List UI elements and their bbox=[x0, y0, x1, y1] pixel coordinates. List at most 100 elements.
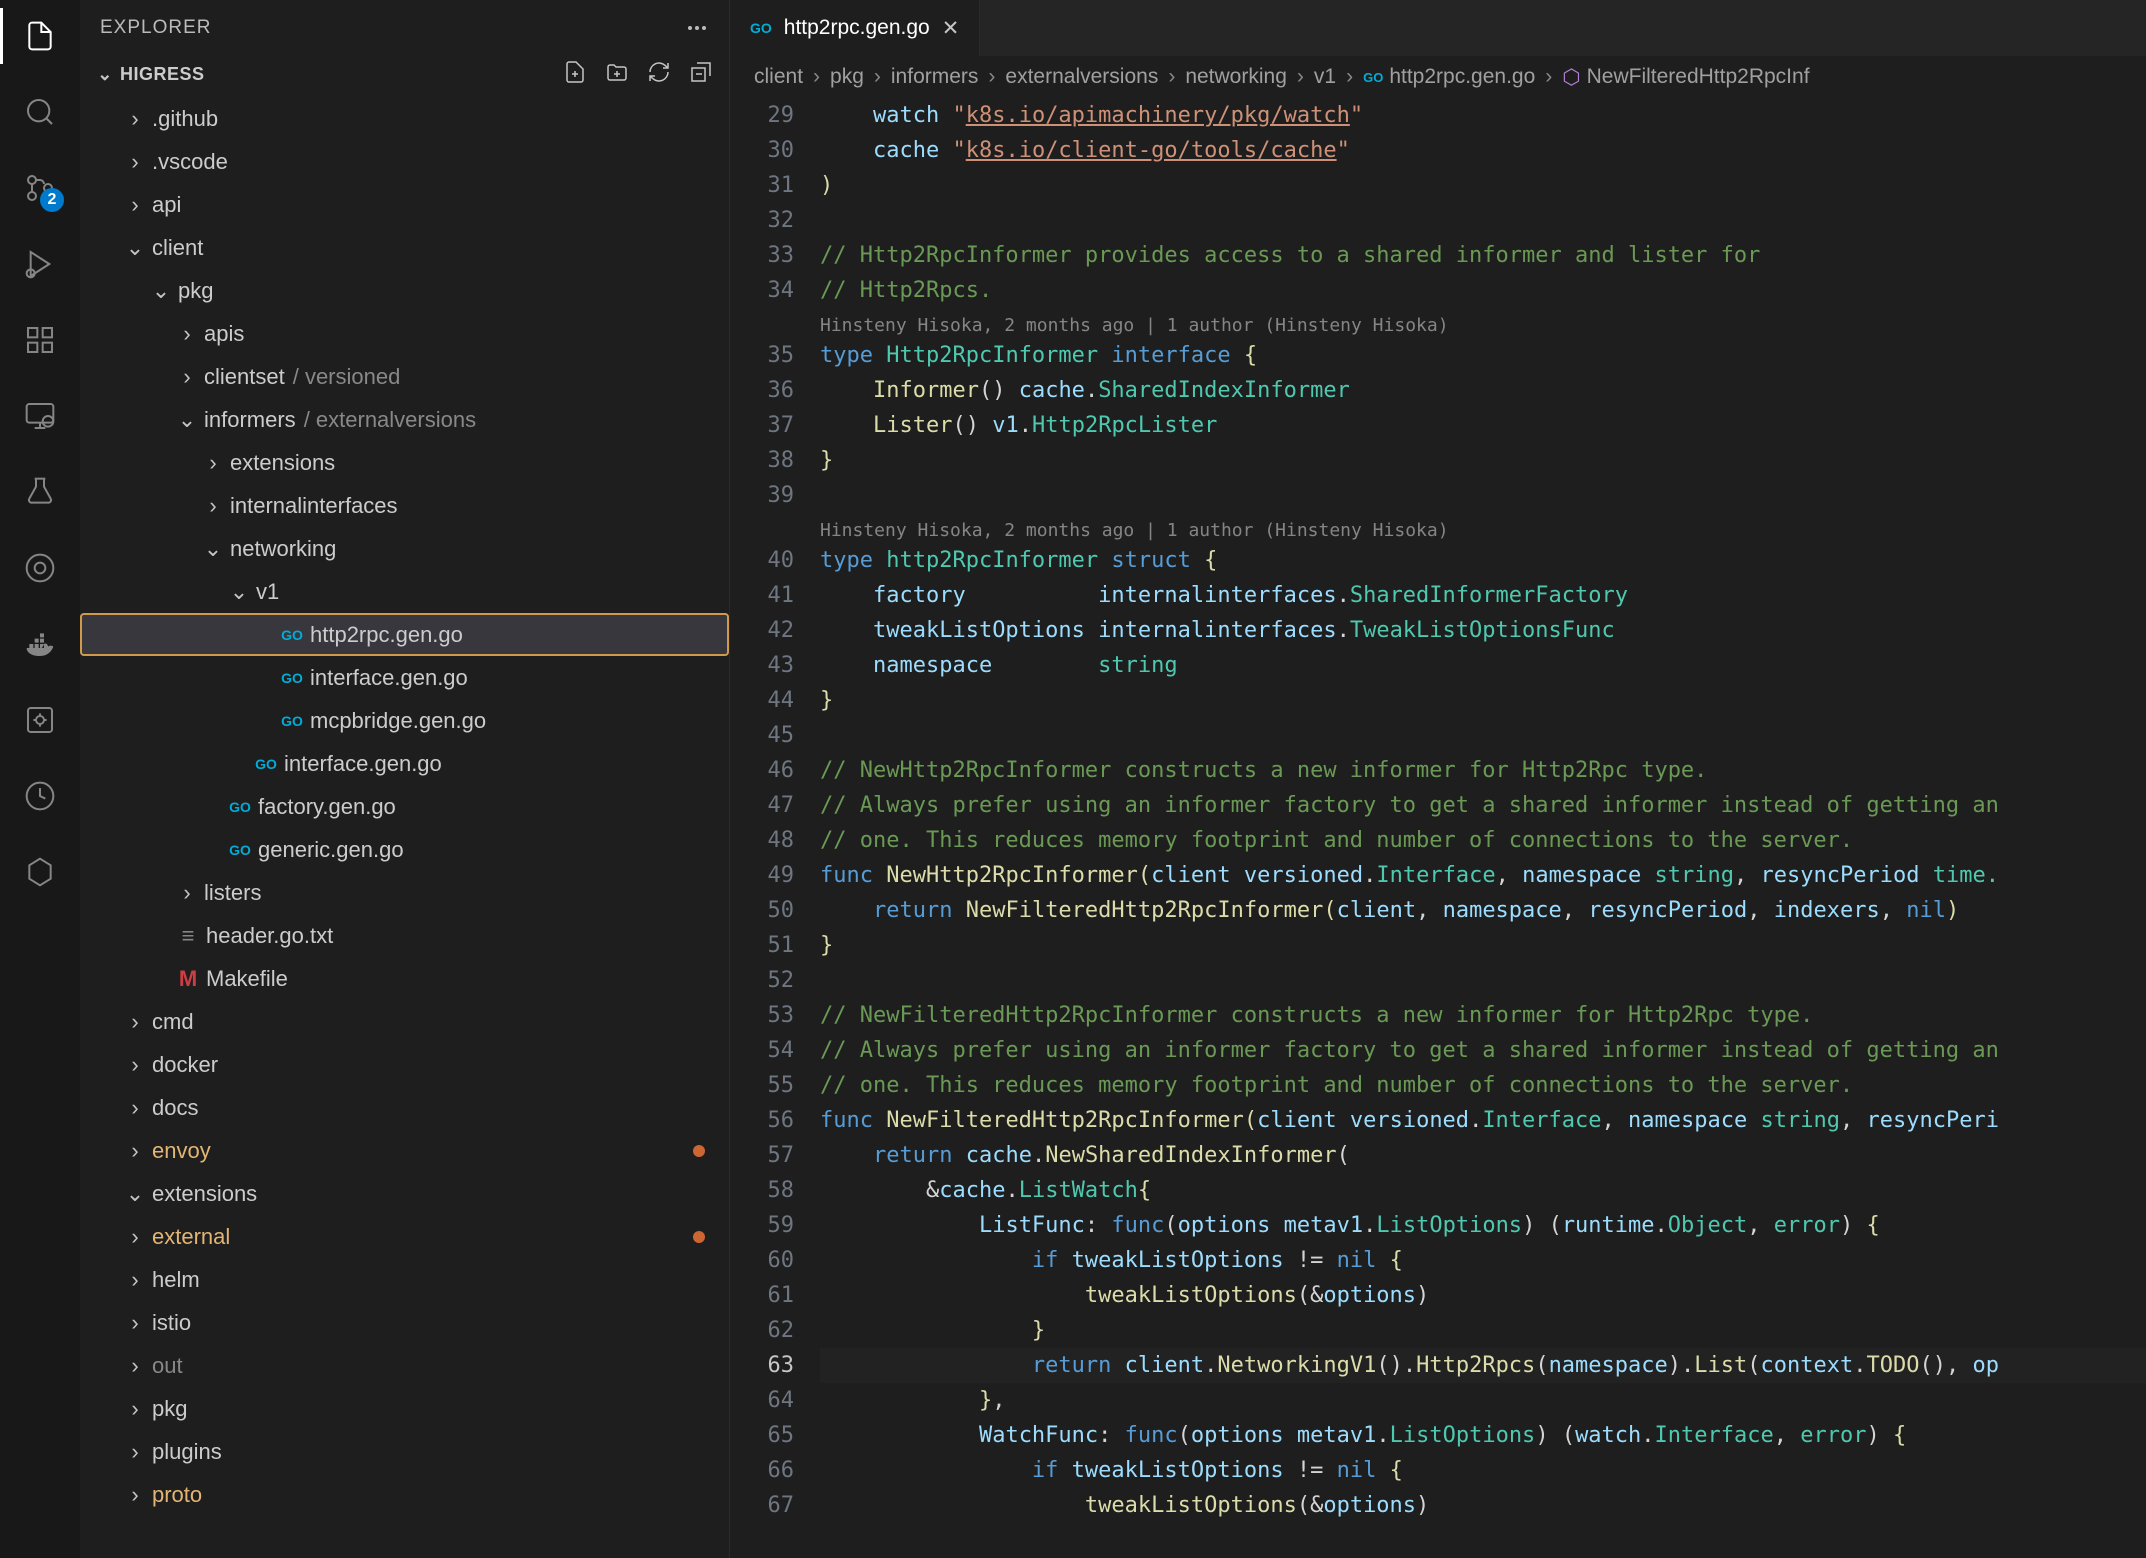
refresh-icon[interactable] bbox=[647, 60, 671, 89]
folder-row[interactable]: ›docs bbox=[80, 1086, 729, 1129]
folder-row[interactable]: ›docker bbox=[80, 1043, 729, 1086]
code-line[interactable]: } bbox=[820, 683, 2146, 718]
code-line[interactable]: ListFunc: func(options metav1.ListOption… bbox=[820, 1208, 2146, 1243]
folder-row[interactable]: ›api bbox=[80, 183, 729, 226]
folder-row[interactable]: ›cmd bbox=[80, 1000, 729, 1043]
code-line[interactable]: // Always prefer using an informer facto… bbox=[820, 1033, 2146, 1068]
code-line[interactable]: &cache.ListWatch{ bbox=[820, 1173, 2146, 1208]
folder-row[interactable]: ›helm bbox=[80, 1258, 729, 1301]
code-line[interactable]: // NewFilteredHttp2RpcInformer construct… bbox=[820, 998, 2146, 1033]
file-row[interactable]: MMakefile bbox=[80, 957, 729, 1000]
folder-row[interactable]: ⌄networking bbox=[80, 527, 729, 570]
code-line[interactable]: return NewFilteredHttp2RpcInformer(clien… bbox=[820, 893, 2146, 928]
code-line[interactable]: } bbox=[820, 928, 2146, 963]
explorer-icon[interactable] bbox=[20, 16, 60, 56]
breadcrumb-item[interactable]: informers bbox=[891, 65, 979, 89]
code-line[interactable]: Informer() cache.SharedIndexInformer bbox=[820, 373, 2146, 408]
remote-explorer-icon[interactable] bbox=[20, 396, 60, 436]
folder-row[interactable]: ⌄informers / externalversions bbox=[80, 398, 729, 441]
folder-row[interactable]: ›listers bbox=[80, 871, 729, 914]
code-line[interactable]: cache "k8s.io/client-go/tools/cache" bbox=[820, 133, 2146, 168]
code-line[interactable]: namespace string bbox=[820, 648, 2146, 683]
code-line[interactable] bbox=[820, 478, 2146, 513]
code-line[interactable]: // one. This reduces memory footprint an… bbox=[820, 1068, 2146, 1103]
file-row[interactable]: GOhttp2rpc.gen.go bbox=[80, 613, 729, 656]
code-line[interactable]: ) bbox=[820, 168, 2146, 203]
new-file-icon[interactable] bbox=[563, 60, 587, 89]
code-line[interactable]: type Http2RpcInformer interface { bbox=[820, 338, 2146, 373]
code-line[interactable]: // Always prefer using an informer facto… bbox=[820, 788, 2146, 823]
folder-row[interactable]: ›istio bbox=[80, 1301, 729, 1344]
folder-row[interactable]: ›.vscode bbox=[80, 140, 729, 183]
code-line[interactable] bbox=[820, 203, 2146, 238]
code-line[interactable]: Lister() v1.Http2RpcLister bbox=[820, 408, 2146, 443]
file-row[interactable]: GOmcpbridge.gen.go bbox=[80, 699, 729, 742]
close-icon[interactable]: ✕ bbox=[942, 16, 960, 41]
code-line[interactable]: return client.NetworkingV1().Http2Rpcs(n… bbox=[820, 1348, 2146, 1383]
folder-row[interactable]: ⌄client bbox=[80, 226, 729, 269]
go-icon[interactable] bbox=[20, 548, 60, 588]
code-line[interactable] bbox=[820, 718, 2146, 753]
settings-gear-icon[interactable] bbox=[20, 700, 60, 740]
folder-row[interactable]: ›envoy bbox=[80, 1129, 729, 1172]
folder-row[interactable]: ⌄v1 bbox=[80, 570, 729, 613]
folder-row[interactable]: ⌄extensions bbox=[80, 1172, 729, 1215]
breadcrumb-item[interactable]: networking bbox=[1185, 65, 1287, 89]
breadcrumb-item[interactable]: GO http2rpc.gen.go bbox=[1363, 65, 1535, 89]
hexagon-icon[interactable] bbox=[20, 852, 60, 892]
extensions-icon[interactable] bbox=[20, 320, 60, 360]
code-line[interactable]: // Http2RpcInformer provides access to a… bbox=[820, 238, 2146, 273]
code-line[interactable]: watch "k8s.io/apimachinery/pkg/watch" bbox=[820, 98, 2146, 133]
code-line[interactable]: if tweakListOptions != nil { bbox=[820, 1453, 2146, 1488]
folder-row[interactable]: ›.github bbox=[80, 97, 729, 140]
code-line[interactable]: factory internalinterfaces.SharedInforme… bbox=[820, 578, 2146, 613]
code-line[interactable]: }, bbox=[820, 1383, 2146, 1418]
code-line[interactable]: // NewHttp2RpcInformer constructs a new … bbox=[820, 753, 2146, 788]
folder-row[interactable]: ›pkg bbox=[80, 1387, 729, 1430]
file-row[interactable]: GOinterface.gen.go bbox=[80, 742, 729, 785]
code-line[interactable]: if tweakListOptions != nil { bbox=[820, 1243, 2146, 1278]
code-line[interactable]: // one. This reduces memory footprint an… bbox=[820, 823, 2146, 858]
docker-icon[interactable] bbox=[20, 624, 60, 664]
breadcrumb-item[interactable]: ⬡ NewFilteredHttp2RpcInf bbox=[1562, 65, 1809, 90]
code-line[interactable]: WatchFunc: func(options metav1.ListOptio… bbox=[820, 1418, 2146, 1453]
folder-row[interactable]: ›extensions bbox=[80, 441, 729, 484]
code-line[interactable]: type http2RpcInformer struct { bbox=[820, 543, 2146, 578]
folder-row[interactable]: ›clientset / versioned bbox=[80, 355, 729, 398]
folder-row[interactable]: ⌄pkg bbox=[80, 269, 729, 312]
search-icon[interactable] bbox=[20, 92, 60, 132]
breadcrumb[interactable]: client›pkg›informers›externalversions›ne… bbox=[730, 56, 2146, 98]
folder-row[interactable]: ›apis bbox=[80, 312, 729, 355]
code-line[interactable]: } bbox=[820, 443, 2146, 478]
file-row[interactable]: GOinterface.gen.go bbox=[80, 656, 729, 699]
testing-icon[interactable] bbox=[20, 472, 60, 512]
run-debug-icon[interactable] bbox=[20, 244, 60, 284]
code-editor[interactable]: 293031323334 3536373839 4041424344454647… bbox=[730, 98, 2146, 1558]
folder-row[interactable]: ›plugins bbox=[80, 1430, 729, 1473]
sidebar-section-header[interactable]: ⌄ HIGRESS bbox=[80, 56, 729, 93]
code-line[interactable]: tweakListOptions(&options) bbox=[820, 1278, 2146, 1313]
breadcrumb-item[interactable]: client bbox=[754, 65, 803, 89]
collapse-all-icon[interactable] bbox=[689, 60, 713, 89]
breadcrumb-item[interactable]: pkg bbox=[830, 65, 864, 89]
editor-tab[interactable]: GO http2rpc.gen.go ✕ bbox=[730, 0, 980, 56]
code-line[interactable]: tweakListOptions internalinterfaces.Twea… bbox=[820, 613, 2146, 648]
file-row[interactable]: ≡header.go.txt bbox=[80, 914, 729, 957]
breadcrumb-item[interactable]: v1 bbox=[1314, 65, 1336, 89]
folder-row[interactable]: ›external bbox=[80, 1215, 729, 1258]
file-row[interactable]: GOfactory.gen.go bbox=[80, 785, 729, 828]
code-line[interactable] bbox=[820, 963, 2146, 998]
file-tree[interactable]: ›.github›.vscode›api⌄client⌄pkg›apis›cli… bbox=[80, 93, 729, 1558]
code-line[interactable]: // Http2Rpcs. bbox=[820, 273, 2146, 308]
code-line[interactable]: return cache.NewSharedIndexInformer( bbox=[820, 1138, 2146, 1173]
code-content[interactable]: watch "k8s.io/apimachinery/pkg/watch" ca… bbox=[820, 98, 2146, 1558]
sidebar-more-icon[interactable] bbox=[685, 16, 709, 40]
folder-row[interactable]: ›internalinterfaces bbox=[80, 484, 729, 527]
code-lens[interactable]: Hinsteny Hisoka, 2 months ago | 1 author… bbox=[820, 308, 2146, 338]
code-line[interactable]: func NewFilteredHttp2RpcInformer(client … bbox=[820, 1103, 2146, 1138]
file-row[interactable]: GOgeneric.gen.go bbox=[80, 828, 729, 871]
source-control-icon[interactable]: 2 bbox=[20, 168, 60, 208]
code-line[interactable]: } bbox=[820, 1313, 2146, 1348]
code-lens[interactable]: Hinsteny Hisoka, 2 months ago | 1 author… bbox=[820, 513, 2146, 543]
timeline-icon[interactable] bbox=[20, 776, 60, 816]
